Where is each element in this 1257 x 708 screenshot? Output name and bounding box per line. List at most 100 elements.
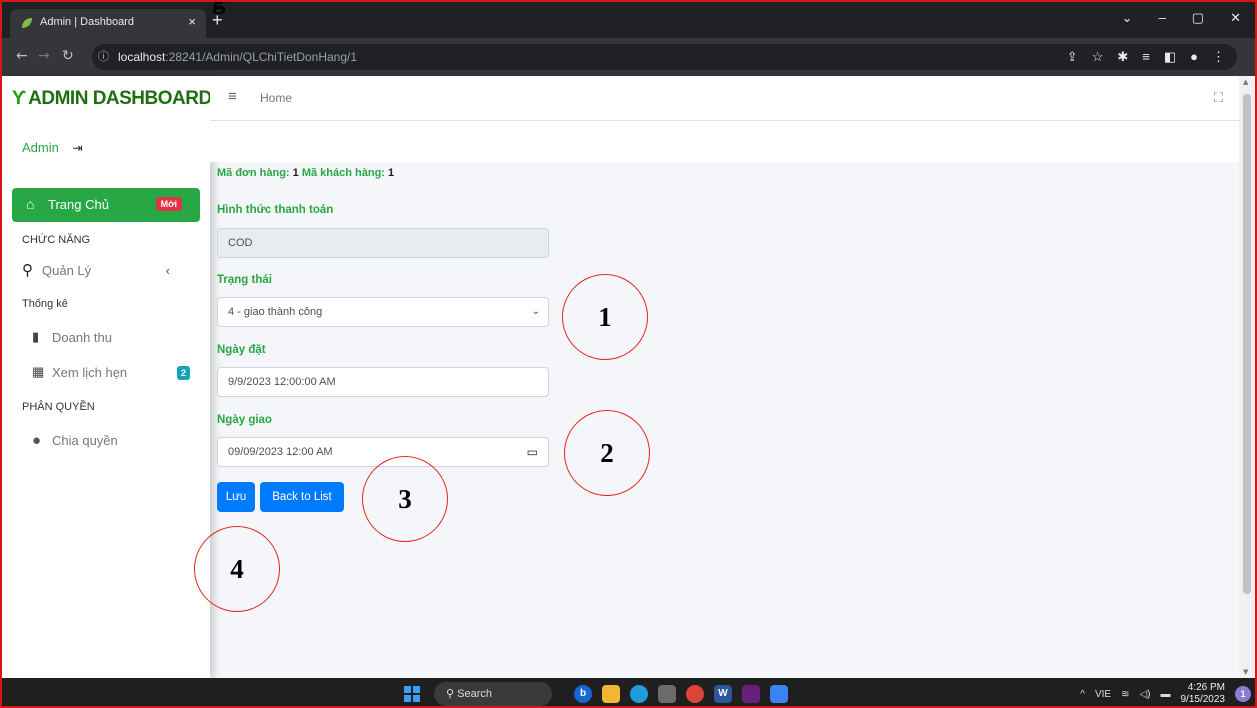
sidebar-item-label: Doanh thu: [52, 329, 112, 345]
extensions-icon[interactable]: ✱: [1117, 44, 1128, 70]
new-badge: Mới: [155, 197, 182, 211]
sidebar-item-label: Xem lịch hẹn: [52, 364, 128, 380]
callout-2: 2: [564, 410, 650, 496]
wifi-icon[interactable]: ≋: [1121, 689, 1129, 700]
battery-icon[interactable]: ▬: [1161, 689, 1171, 700]
side-panel-icon[interactable]: ◧: [1164, 44, 1176, 70]
payment-field: COD: [217, 228, 549, 258]
address-bar[interactable]: ⓘ localhost:28241/Admin/QLChiTietDonHang…: [92, 44, 1237, 70]
chevron-left-icon: ‹: [165, 262, 170, 278]
windows-taskbar: ⚲ Search b W ^ VIE ≋ ◁) ▬ 4:26 PM 9/15/2…: [2, 678, 1255, 706]
taskbar-search[interactable]: ⚲ Search: [434, 682, 552, 706]
site-info-icon[interactable]: ⓘ: [98, 44, 109, 70]
tab-close-icon[interactable]: ×: [188, 14, 196, 29]
minimize-button[interactable]: –: [1159, 10, 1166, 26]
payment-label: Hình thức thanh toán: [217, 204, 334, 216]
tab-search-icon[interactable]: ⌄: [1122, 10, 1133, 26]
document-heading-fragment: g: [212, 2, 226, 15]
leaf-favicon-icon: [22, 18, 32, 28]
bookmark-star-icon[interactable]: ☆: [1092, 44, 1104, 70]
top-navbar: ≡ Home ⛶: [210, 76, 1241, 121]
sidebar-item-label: Trang Chủ: [48, 197, 109, 212]
customer-id: 1: [388, 167, 395, 179]
language-indicator[interactable]: VIE: [1095, 689, 1111, 700]
notification-badge[interactable]: 1: [1235, 686, 1251, 702]
screenshot-frame: g Admin | Dashboard × + ⌄ – ▢ ✕ ← → ↻ ⓘ …: [0, 0, 1257, 708]
circle-icon: ●: [32, 432, 42, 449]
menu-toggle-icon[interactable]: ≡: [228, 88, 237, 105]
window-controls: ⌄ – ▢ ✕: [1122, 10, 1241, 26]
sidebar-item-revenue[interactable]: ▮ Doanh thu: [32, 329, 112, 345]
order-date-field[interactable]: 9/9/2023 12:00:00 AM: [217, 367, 549, 397]
address-bar-actions: ⇪ ☆ ✱ ≡ ◧ ● ⋮: [1067, 44, 1225, 70]
home-icon: ⌂: [26, 196, 35, 212]
calendar-picker-icon[interactable]: ▭: [527, 438, 538, 466]
callout-3: 3: [362, 456, 448, 542]
back-icon[interactable]: ←: [16, 48, 28, 64]
user-panel: Admin ⇥: [22, 140, 83, 155]
search-icon: ⚲: [22, 262, 33, 279]
file-icon: ▮: [32, 329, 40, 344]
reload-icon[interactable]: ↻: [62, 48, 74, 64]
sidebar-item-assign-roles[interactable]: ● Chia quyền: [32, 432, 118, 449]
page-scrollbar[interactable]: ▲ ▼: [1239, 76, 1255, 678]
callout-4: 4: [194, 526, 280, 612]
windows-start-icon[interactable]: [404, 686, 420, 702]
bing-icon[interactable]: b: [574, 685, 592, 703]
sidebar-item-home[interactable]: ⌂ Trang Chủ Mới: [12, 188, 200, 222]
close-window-button[interactable]: ✕: [1230, 10, 1241, 26]
scroll-down-icon[interactable]: ▼: [1243, 668, 1248, 676]
user-name[interactable]: Admin: [22, 140, 59, 155]
tray-overflow-icon[interactable]: ^: [1080, 689, 1085, 700]
order-id: 1: [292, 167, 299, 179]
callout-1: 1: [562, 274, 648, 360]
back-to-list-button[interactable]: Back to List: [260, 482, 344, 512]
clock[interactable]: 4:26 PM 9/15/2023: [1181, 682, 1226, 706]
store-icon[interactable]: [658, 685, 676, 703]
media-queue-icon[interactable]: ≡: [1142, 44, 1150, 70]
section-header-stats: Thống kê: [22, 298, 68, 310]
file-explorer-icon[interactable]: [602, 685, 620, 703]
order-meta: Mã đơn hàng: 1 Mã khách hàng: 1: [217, 167, 395, 179]
status-label: Trạng thái: [217, 274, 272, 286]
sidebar: Ƴ ADMIN DASHBOARD Admin ⇥ ⌂ Trang Chủ Mới…: [2, 76, 212, 678]
sidebar-item-label: Quản Lý: [42, 262, 92, 278]
visual-studio-icon[interactable]: [742, 685, 760, 703]
content-header: [210, 121, 1241, 162]
url-text: localhost:28241/Admin/QLChiTietDonHang/1: [118, 50, 358, 64]
scrollbar-thumb[interactable]: [1243, 94, 1251, 594]
nav-home-link[interactable]: Home: [260, 91, 292, 105]
delivery-date-label: Ngày giao: [217, 414, 272, 426]
browser-tab[interactable]: Admin | Dashboard ×: [10, 9, 206, 38]
app-viewport: Ƴ ADMIN DASHBOARD Admin ⇥ ⌂ Trang Chủ Mới…: [2, 76, 1241, 678]
share-icon[interactable]: ⇪: [1067, 44, 1078, 70]
edge-icon[interactable]: [630, 685, 648, 703]
scroll-up-icon[interactable]: ▲: [1243, 78, 1248, 86]
logout-icon[interactable]: ⇥: [72, 141, 82, 155]
sidebar-item-appointments[interactable]: ▦ Xem lịch hẹn: [32, 364, 200, 380]
volume-icon[interactable]: ◁): [1139, 689, 1150, 700]
search-icon: ⚲: [446, 688, 458, 700]
order-date-label: Ngày đặt: [217, 344, 266, 356]
profile-avatar-icon[interactable]: ●: [1190, 44, 1198, 70]
notepad-icon[interactable]: [770, 685, 788, 703]
forward-icon[interactable]: →: [38, 48, 50, 64]
appointments-count-badge: 2: [176, 366, 190, 380]
section-header-functions: CHỨC NĂNG: [22, 234, 91, 246]
system-tray: ^ VIE ≋ ◁) ▬ 4:26 PM 9/15/2023 1: [1080, 678, 1251, 706]
brand-logo[interactable]: Ƴ ADMIN DASHBOARD: [12, 88, 212, 110]
status-select[interactable]: 4 - giao thành công ⌄: [217, 297, 549, 327]
browser-tab-bar: Admin | Dashboard × + ⌄ – ▢ ✕: [2, 2, 1255, 38]
sidebar-item-label: Chia quyền: [52, 433, 118, 448]
browser-menu-icon[interactable]: ⋮: [1212, 44, 1225, 70]
tab-title: Admin | Dashboard: [40, 16, 134, 28]
chrome-icon[interactable]: [686, 685, 704, 703]
fullscreen-icon[interactable]: ⛶: [1214, 90, 1223, 106]
word-icon[interactable]: W: [714, 685, 732, 703]
chevron-down-icon: ⌄: [531, 306, 540, 317]
save-button[interactable]: Lưu: [217, 482, 255, 512]
calendar-icon: ▦: [32, 364, 45, 379]
sidebar-item-manage[interactable]: ⚲ Quản Lý ‹: [22, 261, 190, 279]
maximize-button[interactable]: ▢: [1192, 10, 1204, 26]
section-header-permissions: PHÂN QUYỀN: [22, 401, 95, 413]
